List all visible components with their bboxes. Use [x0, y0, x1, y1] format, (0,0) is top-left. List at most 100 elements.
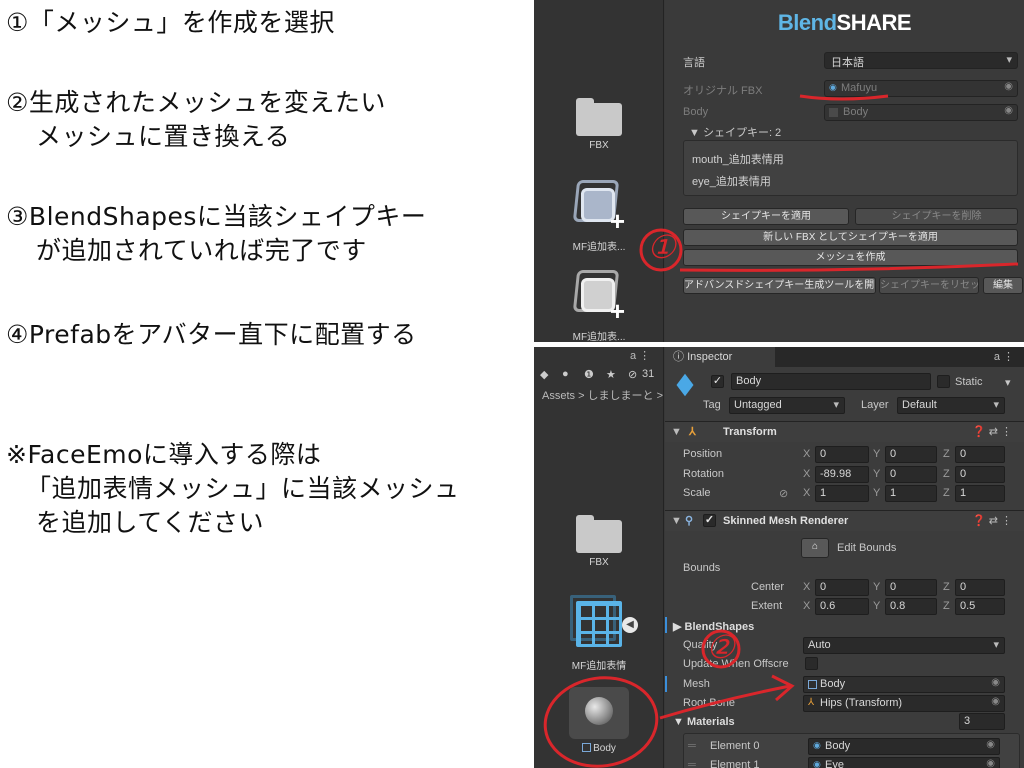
constrain-link-icon[interactable]: ⊘ [779, 487, 788, 500]
info-icon[interactable]: ❶ [584, 368, 594, 381]
component-menu-icons[interactable]: ❓ ⇄ ⋮ [972, 511, 1012, 531]
body-field[interactable]: Body [824, 104, 1018, 121]
lock-icon[interactable]: a ⋮ [994, 350, 1014, 363]
root-bone-label: Root Bone [683, 697, 735, 709]
step-3-line-1: ③BlendShapesに当該シェイプキー [6, 202, 427, 231]
static-checkbox[interactable] [937, 375, 950, 388]
create-mesh-button[interactable]: メッシュを作成 [683, 249, 1018, 266]
rotation-z[interactable]: 0 [955, 466, 1005, 483]
asset-prefab[interactable]: + MF追加表... [554, 178, 644, 253]
materials-list: ═ Element 0 ◉ Body ═ Element 1 ◉ Eye [683, 733, 1020, 768]
mesh-grid-icon: ◀ [570, 595, 638, 653]
shapekeys-header[interactable]: ▼ シェイプキー: 2 [689, 124, 781, 140]
gameobject-cube-icon [675, 373, 695, 397]
inspector-tab-bar: ⓘ Inspector a ⋮ [665, 347, 1024, 367]
edit-bounds-icon[interactable]: ⌂ [801, 538, 829, 558]
edit-bounds-label: Edit Bounds [837, 542, 897, 554]
material-field[interactable]: ◉ Eye [808, 757, 1000, 768]
object-name-field[interactable]: Body [731, 373, 931, 390]
extent-y[interactable]: 0.8 [885, 598, 937, 615]
position-x[interactable]: 0 [815, 446, 869, 463]
label-icon[interactable]: ● [562, 368, 569, 380]
asset-mf-folder[interactable]: ◀ MF追加表情 [554, 595, 644, 672]
note-line-2: 「追加表情メッシュ」に当該メッシュ [26, 474, 460, 503]
rotation-y[interactable]: 0 [885, 466, 937, 483]
apply-shapekey-button[interactable]: シェイプキーを適用 [683, 208, 849, 225]
material-field[interactable]: ◉ Body [808, 738, 1000, 755]
asset-label: FBX [589, 557, 609, 568]
mesh-filter-prefab-icon: + [571, 268, 627, 324]
breadcrumb[interactable]: Assets > しましまーと > [534, 387, 664, 403]
asset-body-mesh[interactable]: Body [554, 687, 644, 754]
quality-dropdown[interactable]: Auto [803, 637, 1005, 654]
blendshare-window: BlendSHARE 言語 日本語 オリジナル FBX ◉ Mafuyu Bod… [665, 0, 1024, 342]
scale-z[interactable]: 1 [955, 485, 1005, 502]
transform-header[interactable]: ▼ ⅄ Transform ❓ ⇄ ⋮ [665, 421, 1024, 442]
extent-z[interactable]: 0.5 [955, 598, 1005, 615]
update-offscreen-checkbox[interactable] [805, 657, 818, 670]
position-z[interactable]: 0 [955, 446, 1005, 463]
component-enabled-checkbox[interactable]: ✓ [703, 514, 716, 527]
original-fbx-field[interactable]: ◉ Mafuyu [824, 80, 1018, 97]
component-menu-icons[interactable]: ❓ ⇄ ⋮ [972, 422, 1012, 442]
shapekey-item[interactable]: eye_追加表情用 [692, 173, 771, 189]
language-label: 言語 [683, 57, 705, 69]
layer-dropdown[interactable]: Default [897, 397, 1005, 414]
center-z[interactable]: 0 [955, 579, 1005, 596]
layer-label: Layer [861, 399, 889, 411]
mesh-label: Mesh [683, 678, 710, 690]
mesh-thumbnail [569, 687, 629, 739]
materials-count[interactable]: 3 [959, 713, 1005, 730]
position-label: Position [683, 448, 723, 460]
edit-button[interactable]: 編集 [983, 277, 1023, 294]
star-icon[interactable]: ★ [606, 368, 616, 381]
annotation-mark-1: ① [647, 228, 676, 266]
mesh-field[interactable]: Body [803, 676, 1005, 693]
blendshare-logo: BlendSHARE [777, 10, 912, 35]
step-1: ①「メッシュ」を作成を選択 [6, 8, 335, 37]
filter-icon[interactable]: ◆ [540, 368, 548, 381]
note-line-1: ※FaceEmoに導入する際は [6, 440, 322, 469]
center-x[interactable]: 0 [815, 579, 869, 596]
step-4: ④Prefabをアバター直下に配置する [6, 320, 417, 349]
advanced-shapekey-tool-button[interactable]: アドバンスドシェイプキー生成ツールを開く [683, 277, 876, 294]
project-browser: a ⋮ ◆ ● ❶ ★ ⊘ 31 Assets > しましまーと > FBX ◀… [534, 347, 664, 768]
reset-shapekey-button[interactable]: シェイプキーをリセット [879, 277, 979, 294]
asset-label: MF追加表... [572, 242, 626, 253]
drag-handle-icon[interactable]: ═ [688, 759, 696, 768]
materials-foldout[interactable]: ▼ Materials [673, 716, 735, 728]
position-y[interactable]: 0 [885, 446, 937, 463]
active-checkbox[interactable]: ✓ [711, 375, 724, 388]
center-y[interactable]: 0 [885, 579, 937, 596]
blendshare-screenshot: FBX + MF追加表... + MF追加表... BlendSHARE 言語 … [534, 0, 1024, 342]
rotation-x[interactable]: -89.98 [815, 466, 869, 483]
project-browser: FBX + MF追加表... + MF追加表... [534, 0, 664, 342]
scale-x[interactable]: 1 [815, 485, 869, 502]
skinned-mesh-renderer-header[interactable]: ▼ ⚲ ✓ Skinned Mesh Renderer ❓ ⇄ ⋮ [665, 510, 1024, 531]
delete-shapekey-button[interactable]: シェイプキーを削除 [855, 208, 1018, 225]
scale-y[interactable]: 1 [885, 485, 937, 502]
drag-handle-icon[interactable]: ═ [688, 740, 696, 752]
language-row: 言語 日本語 [683, 52, 1018, 70]
tag-dropdown[interactable]: Untagged [729, 397, 845, 414]
fbx-model-icon: ◉ [829, 82, 837, 92]
shapekey-item[interactable]: mouth_追加表情用 [692, 151, 784, 167]
override-indicator [665, 617, 667, 633]
language-dropdown[interactable]: 日本語 [824, 52, 1018, 69]
project-toolbar: ◆ ● ❶ ★ ⊘ 31 [534, 365, 664, 385]
static-dropdown-icon[interactable]: ▾ [1005, 376, 1011, 389]
asset-fbx-folder[interactable]: FBX [554, 515, 644, 568]
extent-x[interactable]: 0.6 [815, 598, 869, 615]
asset-fbx-folder[interactable]: FBX [554, 98, 644, 151]
expand-arrow-icon[interactable]: ◀ [622, 617, 638, 633]
apply-as-new-fbx-button[interactable]: 新しい FBX としてシェイプキーを適用 [683, 229, 1018, 246]
root-bone-field[interactable]: ⅄ Hips (Transform) [803, 695, 1005, 712]
hidden-count-icon[interactable]: ⊘ [628, 368, 637, 381]
foldout-arrow-icon: ▼ [671, 515, 682, 527]
lock-icon[interactable]: a ⋮ [630, 349, 650, 362]
foldout-arrow-icon: ▼ [671, 426, 682, 438]
tab-inspector[interactable]: ⓘ Inspector [665, 347, 775, 367]
body-label: Body [683, 106, 709, 118]
inspector-window: ⓘ Inspector a ⋮ ✓ Body Static ▾ Tag Unta… [665, 347, 1024, 768]
asset-prefab[interactable]: + MF追加表... [554, 268, 644, 342]
